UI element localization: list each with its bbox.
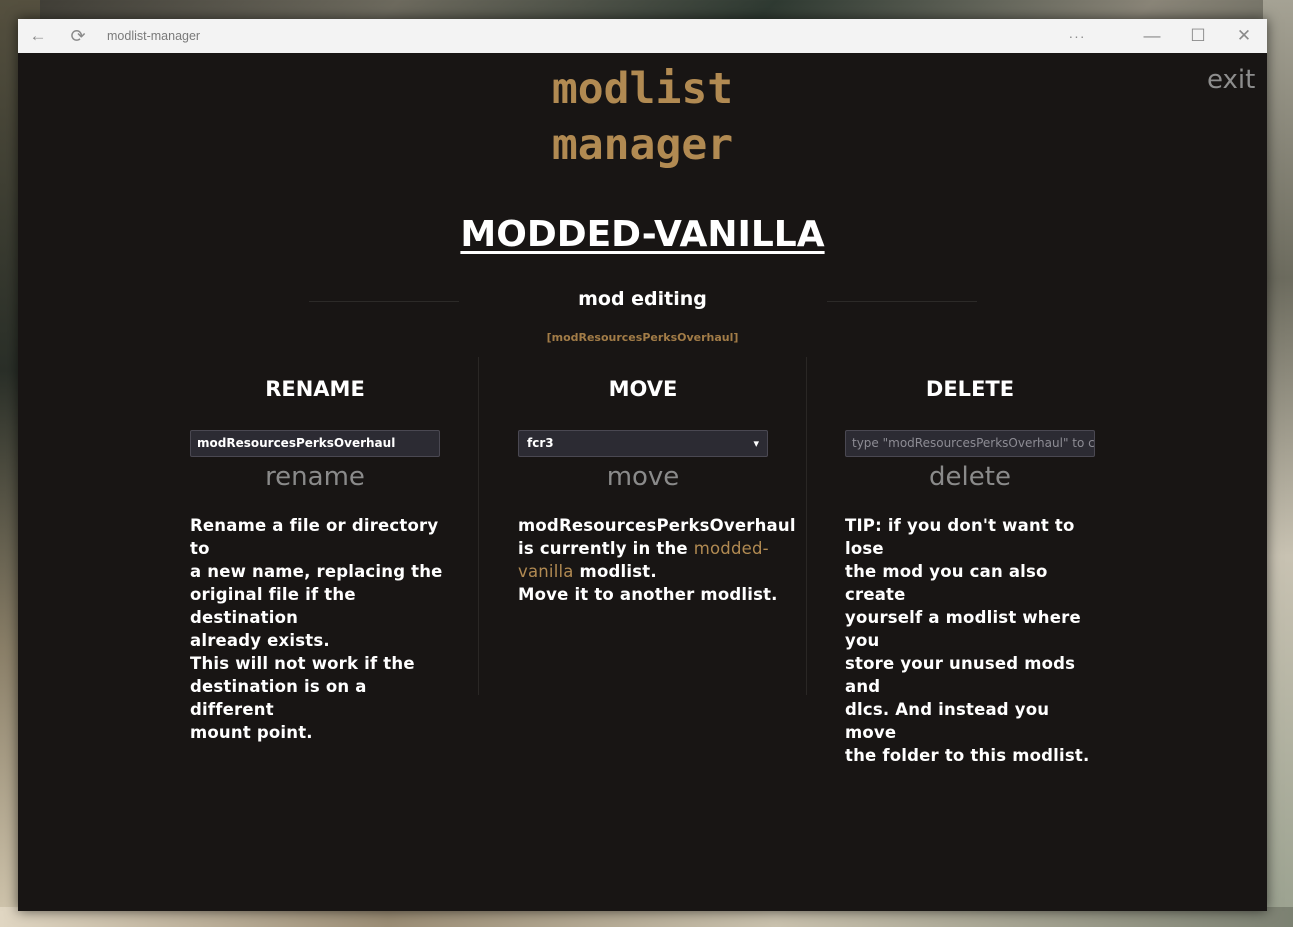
description-line: vanilla modlist. — [518, 560, 778, 583]
description-text: is currently in the — [518, 539, 694, 558]
delete-heading: DELETE — [925, 377, 1015, 401]
modlist-select-value: fcr3 — [527, 436, 554, 450]
description-line: dlcs. And instead you move — [845, 700, 1050, 742]
refresh-icon[interactable]: ⟳ — [60, 19, 96, 53]
rename-button[interactable]: rename — [190, 460, 440, 494]
rename-column: RENAME modResourcesPerksOverhaul rename … — [190, 375, 450, 744]
desktop-background-right — [1263, 0, 1293, 927]
delete-button[interactable]: delete — [845, 460, 1095, 494]
mod-name-tag: [modResourcesPerksOverhaul] — [546, 331, 739, 344]
description-line: modResourcesPerksOverhaul — [518, 516, 796, 535]
move-button[interactable]: move — [518, 460, 768, 494]
exit-button[interactable]: exit — [1207, 65, 1255, 95]
description-line: This will not work if the — [190, 654, 415, 673]
column-divider — [478, 357, 479, 695]
close-button[interactable]: ✕ — [1226, 19, 1262, 53]
description-line: the mod you can also create — [845, 562, 1048, 604]
description-text: modlist. — [573, 562, 657, 581]
column-divider — [806, 357, 807, 695]
modlist-name-heading: MODDED-VANILLA — [460, 214, 825, 255]
description-line: a new name, replacing the — [190, 562, 443, 581]
back-arrow-icon[interactable]: ← — [20, 19, 56, 53]
description-line: the folder to this modlist. — [845, 746, 1090, 765]
move-column: MOVE fcr3 ▾ move modResourcesPerksOverha… — [518, 375, 796, 606]
delete-confirm-input[interactable]: type "modResourcesPerksOverhaul" to c — [845, 430, 1095, 457]
maximize-button[interactable]: ☐ — [1180, 19, 1216, 53]
rename-input[interactable]: modResourcesPerksOverhaul — [190, 430, 440, 457]
rename-description: Rename a file or directory to a new name… — [190, 514, 450, 744]
app-title-line2: manager — [551, 120, 734, 170]
chevron-down-icon: ▾ — [753, 437, 759, 450]
app-window: ← ⟳ modlist-manager ··· — ☐ ✕ modlist ma… — [18, 19, 1267, 911]
delete-description: TIP: if you don't want to lose the mod y… — [845, 514, 1105, 767]
modlist-link-text: vanilla — [518, 562, 574, 581]
description-line: yourself a modlist where you — [845, 608, 1081, 650]
more-options-icon[interactable]: ··· — [1059, 19, 1095, 53]
description-line: is currently in the modded- — [518, 537, 778, 560]
rename-heading: RENAME — [265, 377, 365, 401]
move-description: modResourcesPerksOverhaul is currently i… — [518, 514, 796, 606]
minimize-button[interactable]: — — [1134, 19, 1170, 53]
description-line: mount point. — [190, 723, 313, 742]
modlist-select[interactable]: fcr3 ▾ — [518, 430, 768, 457]
app-title-line1: modlist — [551, 64, 734, 114]
section-title: mod editing — [578, 288, 707, 310]
app-content: modlist manager exit MODDED-VANILLA mod … — [18, 53, 1267, 911]
description-line: original file if the destination — [190, 585, 356, 627]
description-line: store your unused mods and — [845, 654, 1076, 696]
description-line: TIP: if you don't want to lose — [845, 516, 1075, 558]
window-title: modlist-manager — [107, 29, 201, 43]
modlist-link-text: modded- — [693, 539, 769, 558]
description-line: Rename a file or directory to — [190, 516, 439, 558]
description-line: destination is on a different — [190, 677, 367, 719]
description-line: Move it to another modlist. — [518, 585, 778, 604]
description-line: already exists. — [190, 631, 330, 650]
delete-column: DELETE type "modResourcesPerksOverhaul" … — [845, 375, 1105, 767]
move-heading: MOVE — [608, 377, 678, 401]
title-bar: ← ⟳ modlist-manager ··· — ☐ ✕ — [18, 19, 1267, 53]
